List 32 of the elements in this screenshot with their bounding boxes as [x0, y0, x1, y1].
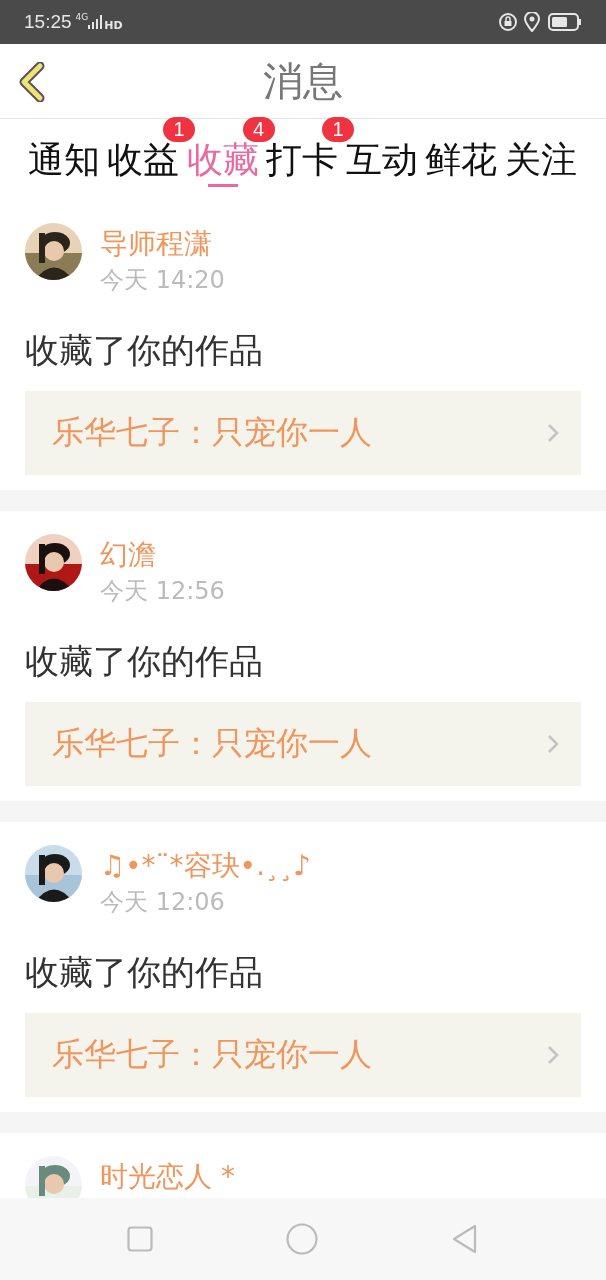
chevron-right-icon [547, 1045, 559, 1065]
message-text: 收藏了你的作品 [25, 640, 264, 683]
signal-icon [88, 15, 103, 29]
count-badge: 4 [242, 117, 275, 142]
work-link[interactable]: 乐华七子：只宠你一人 [25, 1013, 581, 1097]
user-name[interactable]: 时光恋人 * [100, 1160, 235, 1194]
chevron-right-icon [547, 423, 559, 443]
chevron-right-icon [547, 734, 559, 754]
home-button[interactable] [286, 1223, 318, 1255]
lock-rotation-icon [498, 12, 518, 32]
user-name[interactable]: 幻澹 [100, 538, 225, 572]
user-name[interactable]: 导师程潇 [100, 227, 225, 261]
message-time: 今天 12:06 [100, 887, 226, 917]
network-type: 4G [75, 12, 89, 22]
tab[interactable]: 通知 [24, 119, 104, 200]
tab[interactable]: 关注 [501, 119, 581, 200]
hd-indicator: HD [104, 18, 123, 32]
user-name[interactable]: ♫•*¨*容玦•.¸¸♪ [100, 849, 311, 883]
message-time: 今天 14:20 [100, 265, 225, 295]
recent-apps-button[interactable] [126, 1226, 153, 1252]
status-time: 15:25 [24, 11, 72, 33]
tab[interactable]: 鲜花 [421, 119, 501, 200]
page-title: 消息 [263, 56, 343, 106]
work-link[interactable]: 乐华七子：只宠你一人 [25, 391, 581, 475]
message-text: 收藏了你的作品 [25, 329, 264, 372]
location-icon [524, 12, 540, 32]
work-link[interactable]: 乐华七子：只宠你一人 [25, 702, 581, 786]
message-time: 今天 12:56 [100, 576, 225, 606]
count-badge: 1 [322, 117, 354, 142]
count-badge: 1 [163, 117, 195, 142]
message-text: 收藏了你的作品 [25, 951, 264, 994]
battery-icon [548, 13, 582, 31]
